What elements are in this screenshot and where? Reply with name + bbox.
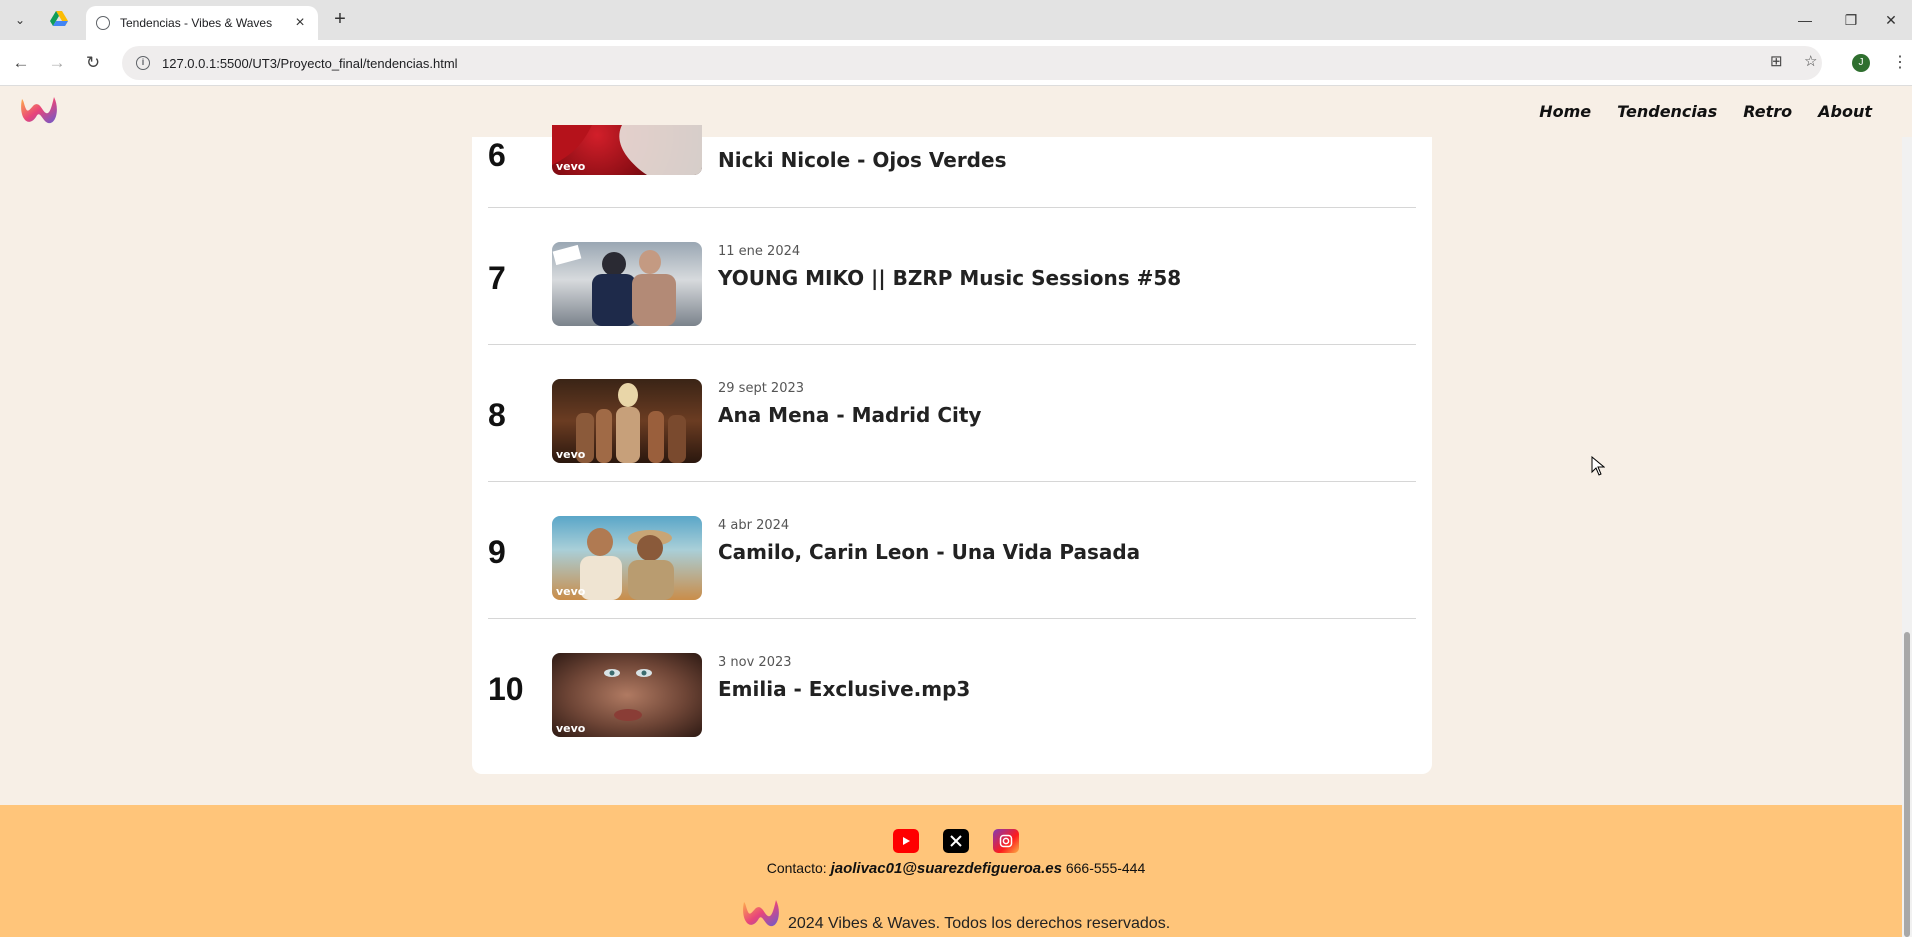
video-thumbnail[interactable]: vevo <box>552 653 702 737</box>
bookmark-star-icon[interactable]: ☆ <box>1804 52 1817 70</box>
forward-icon[interactable]: → <box>44 50 70 76</box>
browser-tab-bar: ⌄ Tendencias - Vibes & Waves × + — ❐ ✕ <box>0 0 1912 40</box>
release-date: 3 nov 2023 <box>718 655 792 670</box>
list-item[interactable]: 9 vevo 4 abr 2024 Camilo, Carin Leon - U… <box>488 482 1416 619</box>
vevo-watermark: vevo <box>556 585 586 598</box>
thumbnail-art <box>552 244 676 326</box>
release-date: 4 abr 2024 <box>718 518 790 533</box>
footer-logo <box>743 900 779 927</box>
mouse-cursor-icon <box>1591 456 1605 476</box>
tab-title: Tendencias - Vibes & Waves <box>120 16 273 30</box>
list-item[interactable]: 7 11 ene 2024 YOUNG MIKO || BZRP Music S… <box>488 208 1416 345</box>
song-title[interactable]: Ana Mena - Madrid City <box>718 403 981 427</box>
back-icon[interactable]: ← <box>8 50 34 76</box>
minimize-icon[interactable]: — <box>1782 0 1828 40</box>
site-footer: Contacto: jaolivac01@suarezdefigueroa.es… <box>0 805 1912 937</box>
nav-about[interactable]: About <box>1818 102 1872 121</box>
youtube-icon[interactable] <box>893 829 919 853</box>
tab-search-chevron-icon[interactable]: ⌄ <box>8 8 32 32</box>
video-thumbnail[interactable]: vevo <box>552 125 702 175</box>
song-meta: 29 sept 2023 Ana Mena - Madrid City <box>718 381 981 427</box>
nav-home[interactable]: Home <box>1539 102 1591 121</box>
list-item[interactable]: 6 vevo Nicki Nicole - Ojos Verdes <box>488 71 1416 208</box>
page-scrollbar[interactable] <box>1902 137 1912 937</box>
contact-email[interactable]: jaolivac01@suarezdefigueroa.es <box>831 860 1062 877</box>
close-tab-icon[interactable]: × <box>292 14 308 32</box>
contact-label: Contacto: <box>766 860 827 876</box>
rank-number: 6 <box>488 137 506 173</box>
trending-list-card: 6 vevo Nicki Nicole - Ojos Verdes 7 11 e… <box>472 125 1432 774</box>
list-item[interactable]: 10 vevo 3 nov 2023 Emilia - Exclusive.mp… <box>488 619 1416 756</box>
translate-icon[interactable]: ⊞ <box>1770 52 1783 70</box>
song-meta: 11 ene 2024 YOUNG MIKO || BZRP Music Ses… <box>718 244 1181 290</box>
social-links <box>0 829 1912 853</box>
vevo-watermark: vevo <box>556 448 586 461</box>
release-date: 29 sept 2023 <box>718 381 805 396</box>
url-text: 127.0.0.1:5500/UT3/Proyecto_final/tenden… <box>162 55 458 71</box>
rank-number: 10 <box>488 671 524 707</box>
instagram-icon[interactable] <box>993 829 1019 853</box>
reload-icon[interactable]: ↻ <box>80 50 106 76</box>
song-title[interactable]: Nicki Nicole - Ojos Verdes <box>718 148 1006 172</box>
song-title[interactable]: Camilo, Carin Leon - Una Vida Pasada <box>718 540 1140 564</box>
site-logo[interactable] <box>16 91 60 131</box>
google-drive-icon[interactable] <box>50 11 68 27</box>
active-tab[interactable]: Tendencias - Vibes & Waves × <box>86 6 318 40</box>
x-icon[interactable] <box>943 829 969 853</box>
vevo-watermark: vevo <box>556 160 586 173</box>
video-thumbnail[interactable]: vevo <box>552 516 702 600</box>
new-tab-button[interactable]: + <box>328 8 352 32</box>
nav-retro[interactable]: Retro <box>1743 102 1792 121</box>
copyright: 2024 Vibes & Waves. Todos los derechos r… <box>738 893 1170 935</box>
contact-phone: 666-555-444 <box>1065 860 1146 876</box>
rank-number: 9 <box>488 534 506 570</box>
vevo-watermark: vevo <box>556 722 586 735</box>
globe-icon <box>96 16 110 30</box>
song-meta: 3 nov 2023 Emilia - Exclusive.mp3 <box>718 655 970 701</box>
song-title[interactable]: YOUNG MIKO || BZRP Music Sessions #58 <box>718 266 1181 290</box>
list-item[interactable]: 8 vevo 29 sept 2023 Ana Mena - Madrid Ci… <box>488 345 1416 482</box>
scrollbar-thumb[interactable] <box>1904 632 1910 937</box>
video-thumbnail[interactable] <box>552 242 702 326</box>
song-meta: 4 abr 2024 Camilo, Carin Leon - Una Vida… <box>718 518 1140 564</box>
main-nav: Home Tendencias Retro About <box>1513 102 1872 121</box>
contact-line: Contacto: jaolivac01@suarezdefigueroa.es… <box>0 860 1912 877</box>
site-info-icon[interactable]: i <box>136 56 150 70</box>
rank-number: 8 <box>488 397 506 433</box>
window-close-icon[interactable]: ✕ <box>1868 0 1912 40</box>
profile-avatar[interactable]: J <box>1852 54 1870 72</box>
song-meta: Nicki Nicole - Ojos Verdes <box>718 148 1006 172</box>
copyright-text: 2024 Vibes & Waves. Todos los derechos r… <box>788 915 1171 932</box>
nav-tendencias[interactable]: Tendencias <box>1617 102 1717 121</box>
release-date: 11 ene 2024 <box>718 244 801 259</box>
rank-number: 7 <box>488 260 506 296</box>
video-thumbnail[interactable]: vevo <box>552 379 702 463</box>
browser-menu-icon[interactable]: ⋮ <box>1892 52 1908 72</box>
song-title[interactable]: Emilia - Exclusive.mp3 <box>718 677 970 701</box>
